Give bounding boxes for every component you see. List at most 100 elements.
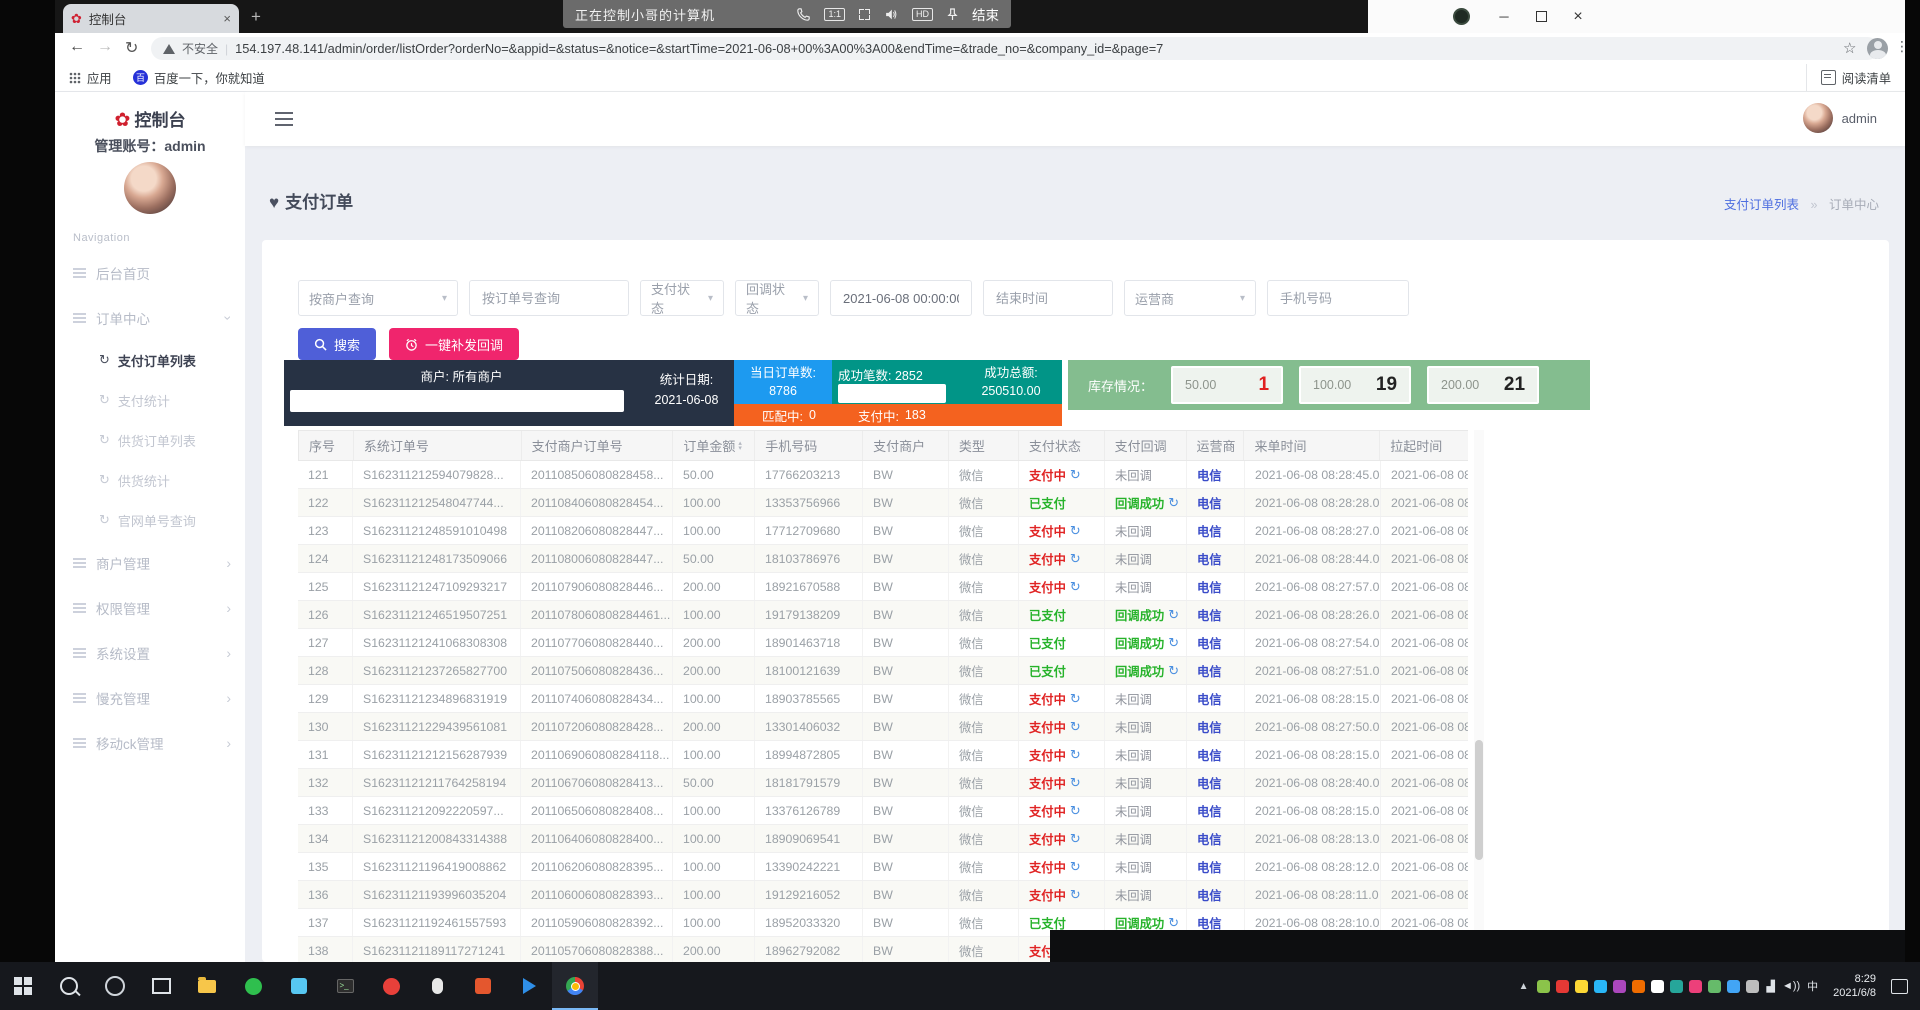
success-count-input[interactable] bbox=[838, 384, 946, 403]
tray-icon-1[interactable] bbox=[1556, 980, 1569, 993]
address-box[interactable]: 不安全 | 154.197.48.141/admin/order/listOrd… bbox=[151, 37, 1879, 60]
sidebar-item-5[interactable]: 慢充管理› bbox=[55, 675, 245, 720]
browser-tab[interactable]: ✿ 控制台 × bbox=[63, 4, 239, 33]
tray-icon-4[interactable] bbox=[1613, 980, 1626, 993]
bookmark-baidu[interactable]: 百 百度一下，你就知道 bbox=[133, 64, 265, 91]
end-session-button[interactable]: 结束 bbox=[972, 4, 999, 24]
filter-field-7[interactable] bbox=[1278, 290, 1398, 307]
cortana-icon[interactable] bbox=[92, 962, 138, 1010]
search-button[interactable]: 搜索 bbox=[298, 328, 376, 360]
filter-select-6[interactable]: 运营商 ▾ bbox=[1124, 280, 1256, 316]
tray-icon-0[interactable] bbox=[1537, 980, 1550, 993]
refresh-icon[interactable]: ↻ bbox=[1070, 719, 1081, 735]
resend-callback-button[interactable]: 一键补发回调 bbox=[389, 328, 519, 360]
filter-field-1[interactable] bbox=[480, 290, 618, 307]
task-view-icon[interactable] bbox=[138, 962, 184, 1010]
notification-center-icon[interactable] bbox=[1891, 979, 1908, 994]
taskbar-music-app-icon[interactable] bbox=[368, 962, 414, 1010]
tray-icon-8[interactable] bbox=[1689, 980, 1702, 993]
refresh-icon[interactable]: ↻ bbox=[1070, 859, 1081, 875]
window-maximize-button[interactable] bbox=[1523, 0, 1559, 33]
taskbar-clock[interactable]: 8:29 2021/6/8 bbox=[1825, 972, 1884, 1000]
taskbar-player-app-icon[interactable] bbox=[506, 962, 552, 1010]
refresh-icon[interactable]: ↻ bbox=[1168, 635, 1179, 651]
ratio-1-1-icon[interactable]: 1:1 bbox=[824, 8, 845, 21]
header-user[interactable]: admin bbox=[1803, 103, 1877, 133]
reload-icon[interactable]: ↻ bbox=[125, 38, 138, 58]
refresh-icon[interactable]: ↻ bbox=[1070, 747, 1081, 763]
sort-icon[interactable]: ▴▾ bbox=[738, 441, 742, 451]
start-button[interactable] bbox=[0, 962, 46, 1010]
fullscreen-icon[interactable] bbox=[859, 9, 870, 20]
sidebar-item-6[interactable]: 移动ck管理› bbox=[55, 720, 245, 765]
taskbar-remote-app-icon[interactable] bbox=[276, 962, 322, 1010]
refresh-icon[interactable]: ↻ bbox=[1070, 775, 1081, 791]
table-scrollbar[interactable] bbox=[1474, 430, 1484, 962]
refresh-icon[interactable]: ↻ bbox=[1070, 831, 1081, 847]
bookmark-star-icon[interactable]: ☆ bbox=[1843, 39, 1856, 57]
filter-field-5[interactable] bbox=[994, 290, 1102, 307]
window-minimize-button[interactable]: ─ bbox=[1486, 0, 1522, 33]
new-tab-button[interactable]: + bbox=[251, 7, 261, 27]
tab-close-icon[interactable]: × bbox=[223, 11, 231, 26]
back-icon[interactable]: ← bbox=[69, 38, 85, 56]
window-close-button[interactable]: × bbox=[1560, 0, 1596, 33]
tray-icon-9[interactable] bbox=[1708, 980, 1721, 993]
tray-icon-7[interactable] bbox=[1670, 980, 1683, 993]
tray-icon-11[interactable] bbox=[1746, 980, 1759, 993]
apps-shortcut[interactable]: 应用 bbox=[69, 64, 112, 91]
taskbar-media-app-icon[interactable] bbox=[460, 962, 506, 1010]
sidebar-subitem-1[interactable]: ↻ 支付统计 bbox=[55, 380, 245, 420]
phone-icon[interactable] bbox=[797, 8, 810, 21]
hamburger-icon[interactable] bbox=[275, 112, 293, 114]
sidebar-subitem-0[interactable]: ↻ 支付订单列表 bbox=[55, 340, 245, 380]
forward-icon[interactable]: → bbox=[97, 38, 113, 56]
tray-icon-6[interactable] bbox=[1651, 980, 1664, 993]
sidebar-subitem-2[interactable]: ↻ 供货订单列表 bbox=[55, 420, 245, 460]
tray-icon-3[interactable] bbox=[1594, 980, 1607, 993]
refresh-icon[interactable]: ↻ bbox=[1168, 663, 1179, 679]
reading-list-button[interactable]: 阅读清单 bbox=[1806, 64, 1891, 91]
pin-icon[interactable] bbox=[947, 8, 958, 21]
taskbar-chrome-icon[interactable] bbox=[552, 962, 598, 1010]
sidebar-subitem-3[interactable]: ↻ 供货统计 bbox=[55, 460, 245, 500]
profile-icon[interactable] bbox=[1867, 38, 1888, 59]
taskbar-search-icon[interactable] bbox=[46, 962, 92, 1010]
taskbar-green-app-icon[interactable] bbox=[230, 962, 276, 1010]
refresh-icon[interactable]: ↻ bbox=[1070, 691, 1081, 707]
refresh-icon[interactable]: ↻ bbox=[1168, 495, 1179, 511]
scrollbar-thumb[interactable] bbox=[1475, 740, 1483, 860]
breadcrumb-current[interactable]: 支付订单列表 bbox=[1724, 198, 1799, 212]
refresh-icon[interactable]: ↻ bbox=[1168, 607, 1179, 623]
sidebar-item-0[interactable]: 后台首页 bbox=[55, 250, 245, 295]
volume-icon[interactable]: ◄)) bbox=[1782, 980, 1800, 992]
refresh-icon[interactable]: ↻ bbox=[1070, 551, 1081, 567]
taskbar-terminal-app-icon[interactable]: >_ bbox=[322, 962, 368, 1010]
taskbar-file-explorer-icon[interactable] bbox=[184, 962, 230, 1010]
tray-icon-2[interactable] bbox=[1575, 980, 1588, 993]
filter-select-2[interactable]: 支付状态 ▾ bbox=[640, 280, 724, 316]
sidebar-item-4[interactable]: 系统设置› bbox=[55, 630, 245, 675]
sidebar-item-2[interactable]: 商户管理› bbox=[55, 540, 245, 585]
tray-icon-10[interactable] bbox=[1727, 980, 1740, 993]
remote-float-ball[interactable] bbox=[1453, 8, 1470, 25]
speaker-icon[interactable] bbox=[884, 8, 898, 21]
hd-icon[interactable]: HD bbox=[912, 8, 933, 21]
network-icon[interactable]: ▟ bbox=[1766, 980, 1774, 993]
col-header-3[interactable]: 订单金额▴▾ bbox=[673, 431, 755, 460]
refresh-icon[interactable]: ↻ bbox=[1070, 523, 1081, 539]
taskbar-mouse-tool-icon[interactable] bbox=[414, 962, 460, 1010]
ime-indicator[interactable]: 中 bbox=[1807, 978, 1818, 994]
browser-menu-icon[interactable]: ⋮ bbox=[1895, 38, 1909, 55]
filter-field-4[interactable] bbox=[841, 290, 961, 307]
sidebar-item-3[interactable]: 权限管理› bbox=[55, 585, 245, 630]
filter-select-3[interactable]: 回调状态 ▾ bbox=[735, 280, 819, 316]
merchant-stat-input[interactable] bbox=[290, 390, 624, 412]
refresh-icon[interactable]: ↻ bbox=[1070, 579, 1081, 595]
sidebar-item-1[interactable]: 订单中心› bbox=[55, 295, 245, 340]
tray-expand-icon[interactable]: ▲ bbox=[1519, 981, 1529, 992]
url-text[interactable]: 154.197.48.141/admin/order/listOrder?ord… bbox=[235, 41, 1163, 56]
sidebar-subitem-4[interactable]: ↻ 官网单号查询 bbox=[55, 500, 245, 540]
filter-select-0[interactable]: 按商户查询 ▾ bbox=[298, 280, 458, 316]
tray-icon-5[interactable] bbox=[1632, 980, 1645, 993]
